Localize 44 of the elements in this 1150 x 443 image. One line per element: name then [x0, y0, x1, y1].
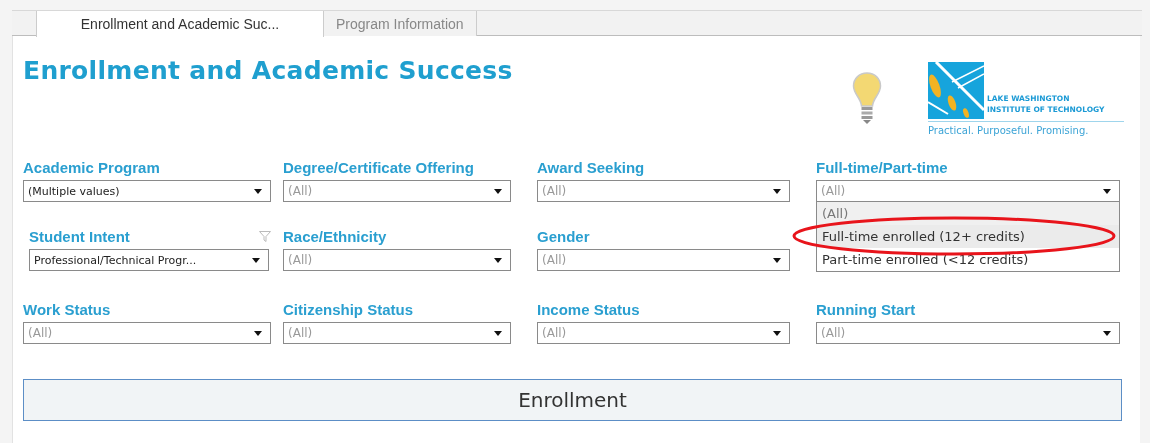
filter-label: Student Intent: [29, 227, 130, 245]
caret-icon: [254, 188, 262, 194]
filter-label: Running Start: [816, 300, 916, 318]
dropdown[interactable]: Professional/Technical Progr...: [29, 249, 269, 271]
caret-icon: [773, 257, 781, 263]
dropdown[interactable]: (All): [283, 180, 511, 202]
filter-label: Gender: [537, 227, 590, 245]
filter-label: Income Status: [537, 300, 640, 318]
caret-icon: [494, 188, 502, 194]
dropdown[interactable]: (All): [816, 322, 1120, 344]
caret-icon: [494, 257, 502, 263]
dropdown[interactable]: (All): [537, 180, 790, 202]
dropdown[interactable]: (All): [537, 322, 790, 344]
caret-icon: [1103, 188, 1111, 194]
caret-icon: [494, 330, 502, 336]
caret-icon: [252, 257, 260, 263]
dropdown-option[interactable]: Part-time enrolled (<12 credits): [817, 248, 1119, 271]
filter-label: Academic Program: [23, 158, 160, 176]
dropdown[interactable]: (All): [816, 180, 1120, 202]
filter-label: Degree/Certificate Offering: [283, 158, 474, 176]
caret-icon: [1103, 330, 1111, 336]
dropdown[interactable]: (All): [23, 322, 271, 344]
dropdown[interactable]: (All): [537, 249, 790, 271]
filter-icon[interactable]: [259, 230, 271, 242]
caret-icon: [773, 330, 781, 336]
filter-label: Award Seeking: [537, 158, 645, 176]
caret-icon: [254, 330, 262, 336]
filter-label: Citizenship Status: [283, 300, 413, 318]
logo-tagline: Practical. Purposeful. Promising.: [928, 125, 1090, 136]
dropdown-option[interactable]: (All): [817, 202, 1119, 225]
filter-label: Work Status: [23, 300, 111, 318]
logo-mark-icon: [928, 62, 984, 119]
tab[interactable]: Enrollment and Academic Suc...: [36, 11, 324, 37]
dropdown-option[interactable]: Full-time enrolled (12+ credits): [817, 225, 1119, 248]
caret-icon: [773, 188, 781, 194]
dropdown[interactable]: (Multiple values): [23, 180, 271, 202]
filter-label: Full-time/Part-time: [816, 158, 948, 176]
dropdown[interactable]: (All): [283, 322, 511, 344]
section-header: Enrollment: [23, 379, 1122, 421]
tab[interactable]: Program Information: [324, 11, 477, 36]
lightbulb-icon[interactable]: [852, 72, 882, 125]
dashboard-title: Enrollment and Academic Success: [23, 56, 513, 87]
dropdown[interactable]: (All): [283, 249, 511, 271]
filter-label: Race/Ethnicity: [283, 227, 387, 245]
